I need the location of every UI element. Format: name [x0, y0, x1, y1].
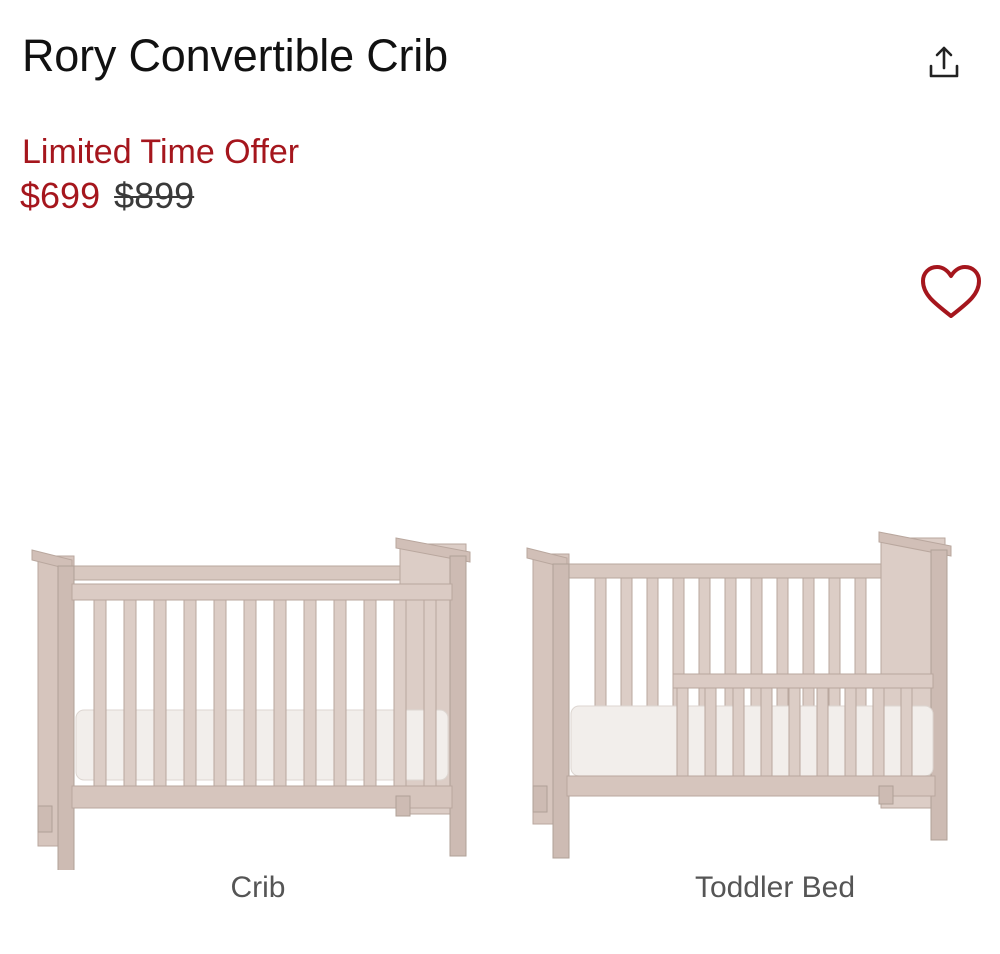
- toddler-bed-image: [526, 531, 952, 859]
- configuration-label: Crib: [230, 871, 286, 904]
- heart-outline-icon: [921, 265, 981, 318]
- configuration-toddler-bed[interactable]: Toddler Bed: [525, 530, 985, 920]
- configuration-crib[interactable]: Crib: [28, 530, 488, 920]
- share-icon: [929, 46, 959, 78]
- product-title: Rory Convertible Crib: [22, 30, 448, 81]
- promo-label: Limited Time Offer: [22, 133, 300, 171]
- share-button[interactable]: [918, 36, 970, 88]
- original-price: $899: [114, 175, 195, 216]
- sale-price: $699: [20, 175, 101, 216]
- favorite-button[interactable]: [916, 260, 986, 324]
- configuration-label: Toddler Bed: [694, 871, 856, 904]
- price-row: $699 $899: [20, 174, 194, 218]
- crib-image: [31, 537, 471, 870]
